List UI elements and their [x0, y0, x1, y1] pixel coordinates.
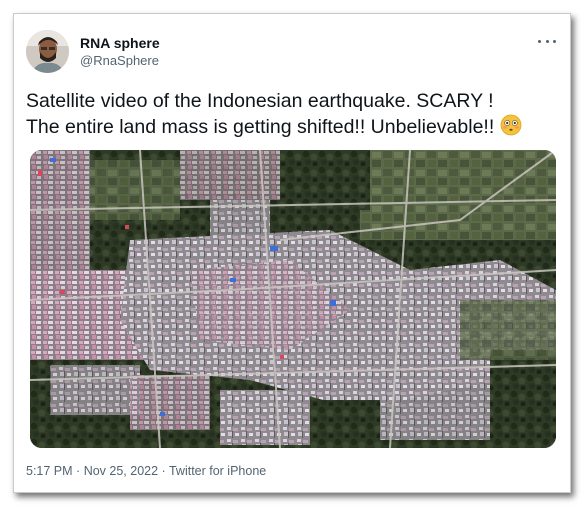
meta-separator: · [161, 464, 166, 478]
satellite-image [30, 150, 556, 448]
tweet-text-line-2-wrap: The entire land mass is getting shifted!… [26, 114, 562, 143]
tweet-card: RNA sphere @RnaSphere Satellite video of… [13, 13, 571, 493]
tweet-source[interactable]: Twitter for iPhone [169, 464, 266, 478]
display-name[interactable]: RNA sphere [80, 34, 160, 52]
tweet-header: RNA sphere @RnaSphere [26, 30, 558, 76]
tweet-date[interactable]: Nov 25, 2022 [84, 464, 158, 478]
user-handle[interactable]: @RnaSphere [80, 52, 160, 70]
tweet-time[interactable]: 5:17 PM [26, 464, 73, 478]
tweet-text-line-1: Satellite video of the Indonesian earthq… [26, 90, 494, 112]
meta-separator: · [76, 464, 81, 478]
more-options-icon[interactable] [538, 34, 556, 48]
tweet-text-line-2: The entire land mass is getting shifted!… [26, 116, 495, 138]
tweet-meta: 5:17 PM · Nov 25, 2022 · Twitter for iPh… [26, 464, 266, 478]
satellite-video[interactable] [30, 150, 556, 448]
tweet-text: Satellite video of the Indonesian earthq… [26, 88, 562, 143]
flushed-face-emoji-icon [500, 114, 522, 143]
author-names: RNA sphere @RnaSphere [80, 34, 160, 70]
avatar[interactable] [26, 30, 69, 73]
